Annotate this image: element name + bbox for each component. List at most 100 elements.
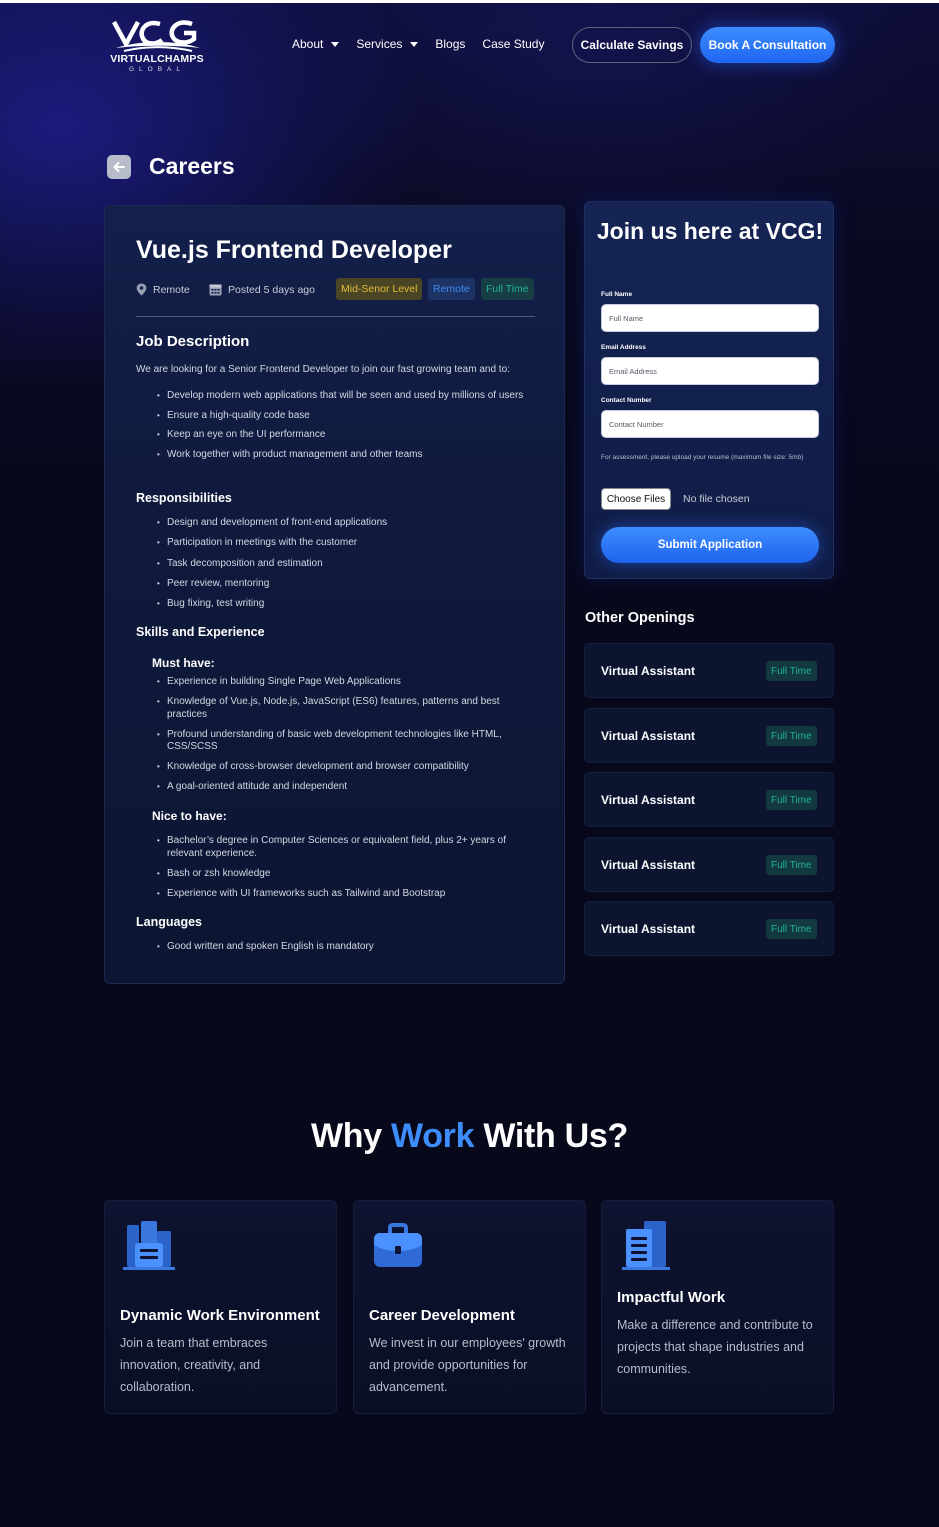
must-have-heading: Must have: bbox=[152, 656, 215, 670]
job-description-intro: We are looking for a Senior Frontend Dev… bbox=[136, 364, 510, 375]
feature-description: Make a difference and contribute to proj… bbox=[617, 1318, 813, 1376]
why-work-heading: Why Work With Us? bbox=[0, 1117, 939, 1156]
opening-card[interactable]: Virtual Assistant Full Time bbox=[584, 643, 834, 698]
why-title-before: Why bbox=[311, 1117, 392, 1155]
list-item: Keep an eye on the UI performance bbox=[157, 429, 527, 442]
calculate-savings-button[interactable]: Calculate Savings bbox=[572, 27, 692, 63]
briefcase-icon bbox=[374, 1223, 422, 1267]
full-time-badge: Full Time bbox=[766, 855, 817, 875]
level-badge: Mid-Senor Level bbox=[336, 278, 423, 300]
other-openings-title: Other Openings bbox=[585, 610, 695, 626]
nav-services[interactable]: Services bbox=[356, 37, 419, 51]
opening-name: Virtual Assistant bbox=[601, 793, 696, 807]
list-item: Knowledge of cross-browser development a… bbox=[157, 761, 527, 774]
feature-description: We invest in our employees' growth and p… bbox=[369, 1336, 566, 1394]
languages-heading: Languages bbox=[136, 915, 202, 929]
list-item: A goal-oriented attitude and independent bbox=[157, 781, 527, 794]
list-item: Good written and spoken English is manda… bbox=[157, 941, 527, 954]
logo-wordmark: VIRTUALCHAMPS bbox=[110, 53, 204, 65]
why-title-accent: Work bbox=[391, 1117, 475, 1155]
opening-name: Virtual Assistant bbox=[601, 922, 696, 936]
nav-links: About Services Blogs Case Study bbox=[292, 37, 544, 51]
remote-badge: Remote bbox=[428, 278, 475, 300]
application-form: Join us here at VCG! Full Name Full Name… bbox=[584, 201, 834, 579]
contact-number-input[interactable]: Contact Number bbox=[601, 410, 819, 438]
feature-title: Dynamic Work Environment bbox=[120, 1307, 320, 1324]
back-button[interactable] bbox=[107, 155, 131, 179]
opening-card[interactable]: Virtual Assistant Full Time bbox=[584, 837, 834, 892]
list-item: Participation in meetings with the custo… bbox=[157, 537, 527, 550]
vcg-logo-mark-icon bbox=[112, 20, 200, 52]
list-item: Bachelor’s degree in Computer Sciences o… bbox=[157, 835, 527, 860]
feature-card-impactful-work: Impactful Work Make a difference and con… bbox=[601, 1200, 834, 1414]
top-navigation: VIRTUALCHAMPS GLOBAL About Services Blog… bbox=[104, 18, 835, 74]
email-label: Email Address bbox=[601, 344, 646, 351]
nice-to-have-heading: Nice to have: bbox=[152, 809, 227, 823]
opening-card[interactable]: Virtual Assistant Full Time bbox=[584, 901, 834, 956]
list-item: Design and development of front-end appl… bbox=[157, 517, 527, 530]
full-time-badge: Full Time bbox=[766, 661, 817, 681]
job-posted: Posted 5 days ago bbox=[209, 283, 315, 296]
resume-note: For assessment, please upload your resum… bbox=[601, 454, 804, 461]
must-have-list: Experience in building Single Page Web A… bbox=[157, 676, 527, 794]
arrow-left-icon bbox=[113, 162, 125, 172]
job-title: Vue.js Frontend Developer bbox=[136, 236, 452, 264]
opening-name: Virtual Assistant bbox=[601, 729, 696, 743]
list-item: Develop modern web applications that wil… bbox=[157, 390, 527, 403]
responsibilities-list: Design and development of front-end appl… bbox=[157, 517, 527, 611]
full-time-badge: Full Time bbox=[481, 278, 534, 300]
choose-files-button[interactable]: Choose Files bbox=[601, 488, 671, 510]
nav-about-label: About bbox=[292, 37, 324, 51]
email-input[interactable]: Email Address bbox=[601, 357, 819, 385]
responsibilities-heading: Responsibilities bbox=[136, 491, 232, 505]
nav-case-study-label: Case Study bbox=[482, 37, 545, 51]
feature-title: Impactful Work bbox=[617, 1289, 726, 1306]
job-location-text: Remote bbox=[153, 283, 190, 296]
logo-subtitle: GLOBAL bbox=[128, 66, 185, 73]
list-item: Bug fixing, test writing bbox=[157, 598, 527, 611]
job-description-heading: Job Description bbox=[136, 333, 250, 350]
list-item: Peer review, mentoring bbox=[157, 578, 527, 591]
opening-name: Virtual Assistant bbox=[601, 664, 696, 678]
feature-card-career-development: Career Development We invest in our empl… bbox=[353, 1200, 586, 1414]
chevron-down-icon bbox=[410, 41, 419, 47]
vcg-logo[interactable]: VIRTUALCHAMPS GLOBAL bbox=[104, 18, 210, 74]
page-title: Careers bbox=[149, 153, 235, 179]
opening-card[interactable]: Virtual Assistant Full Time bbox=[584, 772, 834, 827]
full-name-label: Full Name bbox=[601, 291, 633, 298]
list-item: Profound understanding of basic web deve… bbox=[157, 729, 527, 754]
nav-case-study[interactable]: Case Study bbox=[482, 37, 544, 51]
opening-card[interactable]: Virtual Assistant Full Time bbox=[584, 708, 834, 763]
full-time-badge: Full Time bbox=[766, 919, 817, 939]
nav-about[interactable]: About bbox=[292, 37, 340, 51]
list-item: Task decomposition and estimation bbox=[157, 558, 527, 571]
list-item: Ensure a high-quality code base bbox=[157, 410, 527, 423]
feature-description: Join a team that embraces innovation, cr… bbox=[120, 1336, 268, 1394]
full-time-badge: Full Time bbox=[766, 790, 817, 810]
contact-number-label: Contact Number bbox=[601, 397, 652, 404]
file-status: No file chosen bbox=[683, 493, 750, 505]
chevron-down-icon bbox=[331, 41, 340, 47]
full-name-input[interactable]: Full Name bbox=[601, 304, 819, 332]
building-icon bbox=[123, 1221, 175, 1270]
languages-list: Good written and spoken English is manda… bbox=[157, 941, 527, 954]
list-item: Experience with UI frameworks such as Ta… bbox=[157, 888, 527, 901]
opening-name: Virtual Assistant bbox=[601, 858, 696, 872]
list-item: Experience in building Single Page Web A… bbox=[157, 676, 527, 689]
book-consultation-button[interactable]: Book A Consultation bbox=[700, 27, 835, 63]
divider bbox=[136, 316, 535, 317]
office-tower-icon bbox=[622, 1221, 670, 1270]
list-item: Work together with product management an… bbox=[157, 449, 527, 462]
feature-card-dynamic-environment: Dynamic Work Environment Join a team tha… bbox=[104, 1200, 337, 1414]
calendar-icon bbox=[209, 284, 222, 296]
nav-blogs[interactable]: Blogs bbox=[435, 37, 465, 51]
job-location: Remote bbox=[136, 283, 190, 296]
full-time-badge: Full Time bbox=[766, 726, 817, 746]
form-title: Join us here at VCG! bbox=[596, 218, 824, 244]
nice-to-have-list: Bachelor’s degree in Computer Sciences o… bbox=[157, 835, 527, 900]
submit-application-button[interactable]: Submit Application bbox=[601, 527, 819, 563]
job-description-list: Develop modern web applications that wil… bbox=[157, 390, 527, 461]
job-details-card: Vue.js Frontend Developer Remote Posted … bbox=[104, 205, 565, 984]
skills-heading: Skills and Experience bbox=[136, 625, 265, 639]
list-item: Bash or zsh knowledge bbox=[157, 868, 527, 881]
